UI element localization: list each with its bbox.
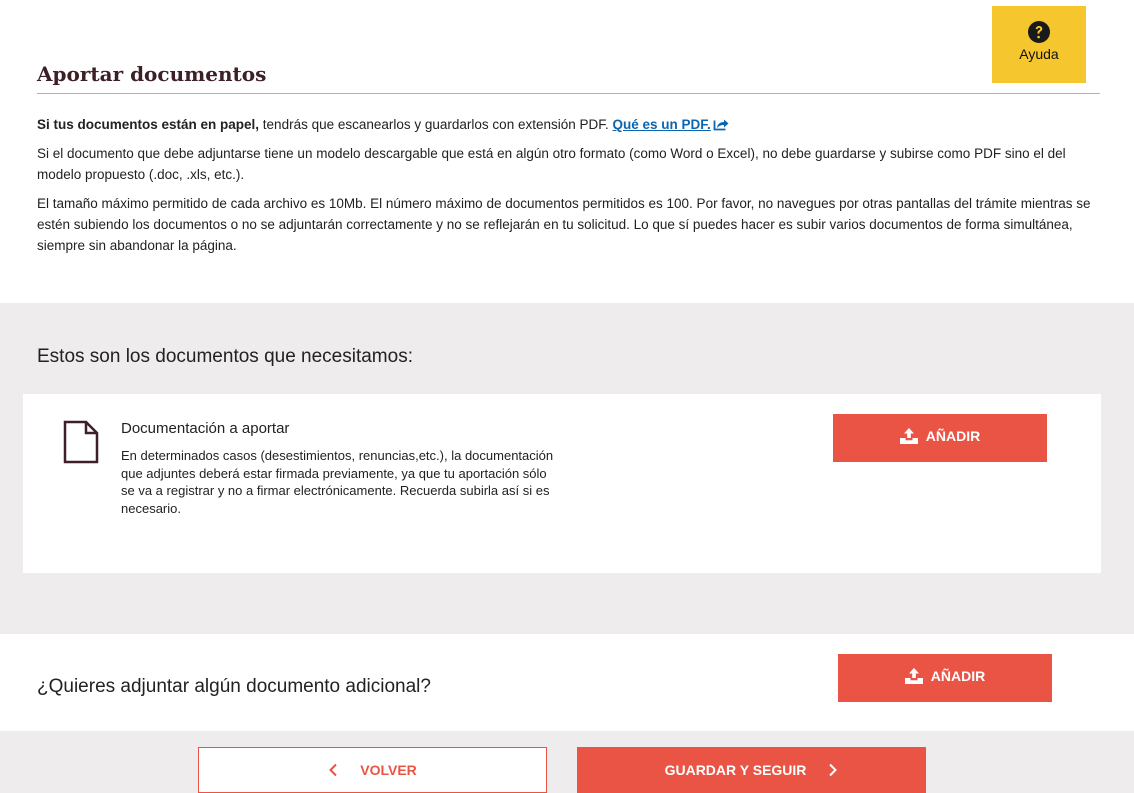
back-button[interactable]: VOLVER [198, 747, 547, 793]
footer-bar [0, 731, 1134, 793]
intro-text-1: tendrás que escanearlos y guardarlos con… [259, 117, 613, 132]
back-button-label: VOLVER [360, 762, 417, 778]
additional-document-question: ¿Quieres adjuntar algún documento adicio… [37, 676, 431, 697]
intro-paragraph-1: Si tus documentos están en papel, tendrá… [37, 114, 1100, 135]
save-and-continue-button[interactable]: GUARDAR Y SEGUIR [577, 747, 926, 793]
chevron-right-icon [829, 763, 838, 777]
upload-icon [904, 668, 923, 684]
required-documents-panel: Estos son los documentos que necesitamos… [0, 303, 1134, 634]
chevron-left-icon [329, 763, 337, 777]
save-and-continue-button-label: GUARDAR Y SEGUIR [664, 762, 807, 778]
intro-strong-text: Si tus documentos están en papel, [37, 117, 260, 132]
add-document-button-label: AÑADIR [925, 428, 981, 444]
add-additional-document-button-label: AÑADIR [930, 668, 986, 684]
help-button[interactable]: Ayuda [992, 6, 1086, 83]
document-description: En determinados casos (desestimientos, r… [121, 448, 554, 516]
document-icon [63, 420, 99, 464]
help-label: Ayuda [1019, 46, 1059, 62]
title-divider [37, 93, 1100, 94]
pdf-info-link[interactable]: Qué es un PDF. [613, 117, 729, 132]
upload-icon [899, 428, 918, 444]
intro-paragraph-2: Si el documento que debe adjuntarse tien… [37, 146, 1066, 182]
add-document-button[interactable]: AÑADIR [833, 414, 1047, 462]
external-link-icon [713, 119, 729, 131]
intro-paragraph-3: El tamaño máximo permitido de cada archi… [37, 196, 1091, 253]
add-additional-document-button[interactable]: AÑADIR [838, 654, 1052, 702]
question-circle-icon [1028, 21, 1050, 43]
pdf-info-link-label: Qué es un PDF. [612, 117, 711, 132]
required-documents-heading: Estos son los documentos que necesitamos… [37, 346, 413, 367]
document-title: Documentación a aportar [121, 420, 290, 437]
document-card: Documentación a aportar En determinados … [23, 394, 1101, 573]
intro-text: Si tus documentos están en papel, tendrá… [37, 114, 1100, 264]
page-title: Aportar documentos [37, 62, 267, 86]
